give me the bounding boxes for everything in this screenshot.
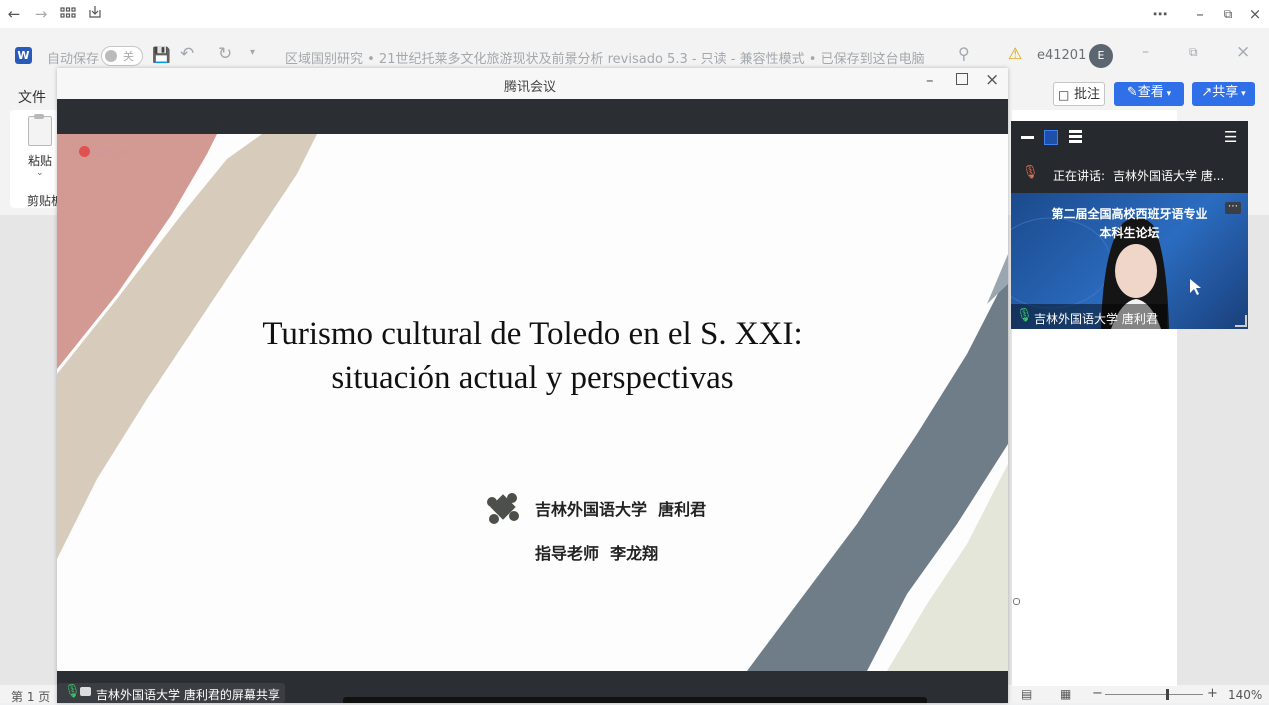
redo-icon[interactable]: ↻ — [218, 44, 232, 64]
participant-video[interactable]: 第二届全国高校西班牙语专业 本科生论坛 ⋯ 🎙 吉林外国语大学 唐利君 — [1011, 193, 1248, 329]
speaking-name: 吉林外国语大学 唐... — [1113, 169, 1225, 183]
panel-speaker-view-icon[interactable] — [1044, 130, 1058, 145]
word-restore-icon[interactable]: ⧉ — [1189, 45, 1198, 60]
resize-handle-icon[interactable] — [1235, 315, 1247, 327]
video-caption-line2: 本科生论坛 — [1099, 226, 1160, 240]
restore-icon[interactable]: ⧉ — [1218, 4, 1238, 24]
zoom-out-icon[interactable]: − — [1092, 686, 1103, 701]
back-arrow-icon[interactable]: ← — [4, 4, 24, 24]
speaking-label: 正在讲话: — [1053, 169, 1106, 183]
video-caption: 第二届全国高校西班牙语专业 本科生论坛 — [1011, 205, 1248, 243]
toggle-knob — [105, 50, 117, 62]
view-label: 查看 — [1137, 85, 1164, 100]
document-title: 区域国别研究 • 21世纪托莱多文化旅游现状及前景分析 revisado 5.3… — [285, 52, 925, 67]
meeting-title-bar: 腾讯会议 – × — [57, 68, 1008, 99]
panel-minimize-icon[interactable] — [1021, 136, 1034, 139]
slide-author: 吉林外国语大学 唐利君 — [535, 500, 707, 519]
comment-label: 批注 — [1073, 87, 1100, 102]
panel-list-view-icon[interactable] — [1069, 130, 1082, 144]
clipboard-group: 粘贴 ⌄ 剪贴板 — [10, 110, 58, 208]
viewer-toolbar: ← → ⋯ – ⧉ × — [0, 0, 1269, 29]
grid-icon[interactable] — [58, 4, 78, 24]
slide-brush-decoration — [57, 134, 1008, 671]
meeting-close-icon[interactable]: × — [985, 70, 999, 90]
customize-icon[interactable]: ▾ — [250, 47, 255, 58]
video-caption-line1: 第二届全国高校西班牙语专业 — [1051, 207, 1208, 221]
undo-icon[interactable]: ↶ — [180, 44, 194, 64]
participant-name: 吉林外国语大学 唐利君 — [1034, 312, 1158, 326]
share-status-bar: 🎙 吉林外国语大学 唐利君的屏幕共享 — [57, 683, 285, 703]
view-button[interactable]: ✎查看 ▾ — [1114, 82, 1184, 106]
comment-button[interactable]: □ 批注 — [1053, 82, 1105, 106]
page-indicator[interactable]: 第 1 页 — [11, 688, 50, 705]
panel-menu-icon[interactable]: ☰ — [1224, 128, 1237, 146]
share-icon: ↗ — [1201, 85, 1213, 100]
word-close-icon[interactable]: × — [1236, 42, 1250, 62]
pen-icon: ✎ — [1126, 85, 1138, 100]
autosave-label: 自动保存 — [47, 52, 100, 67]
clipboard-label: 剪贴板 — [27, 194, 58, 208]
video-side-panel: ☰ 🎙 正在讲话: 吉林外国语大学 唐... 第二届全国高校西班牙语专业 本科生… — [1011, 121, 1248, 329]
share-button[interactable]: ↗共享 ▾ — [1192, 82, 1255, 106]
print-layout-icon[interactable]: ▦ — [1060, 687, 1071, 701]
close-icon[interactable]: × — [1245, 4, 1265, 24]
download-icon[interactable] — [85, 4, 105, 24]
record-dot-icon — [79, 146, 90, 157]
slide-title-line1: Turismo cultural de Toledo en el S. XXI: — [262, 316, 803, 352]
zoom-slider-thumb[interactable] — [1166, 689, 1169, 700]
word-minimize-icon[interactable]: – — [1142, 44, 1149, 60]
meeting-top-toolbar — [57, 99, 1008, 134]
user-name: e41201 — [1037, 48, 1087, 63]
more-icon[interactable]: ⋯ — [1150, 4, 1170, 24]
search-icon[interactable]: ⚲ — [958, 44, 970, 63]
participant-name-bar: 🎙 吉林外国语大学 唐利君 — [1011, 304, 1167, 329]
screen-share-icon — [80, 687, 91, 696]
warning-icon[interactable]: ⚠ — [1008, 44, 1022, 63]
speaking-icon: 🎙 — [1022, 165, 1039, 180]
participant-mic-icon: 🎙 — [1016, 308, 1033, 323]
share-status-text: 吉林外国语大学 唐利君的屏幕共享 — [96, 688, 280, 702]
shared-slide: 录制中 Turismo cultural de Toledo en el S. … — [57, 134, 1008, 671]
tab-file[interactable]: 文件 — [18, 87, 46, 107]
read-mode-icon[interactable]: ▤ — [1021, 687, 1032, 701]
puzzle-icon — [487, 493, 519, 524]
share-label: 共享 — [1212, 85, 1239, 100]
autosave-toggle[interactable]: 关 — [101, 46, 143, 66]
slide-title-line2: situación actual y perspectivas — [331, 360, 734, 396]
meeting-control-tab[interactable] — [343, 697, 927, 703]
word-title-bar: W 自动保存 关 💾 ↶ ↻ ▾ 区域国别研究 • 21世纪托莱多文化旅游现状及… — [0, 28, 1269, 72]
clipboard-clip — [34, 114, 44, 119]
paste-dropdown-icon[interactable]: ⌄ — [36, 168, 44, 178]
avatar[interactable]: E — [1089, 44, 1113, 68]
zoom-slider[interactable] — [1105, 689, 1203, 700]
title-dropdown-icon[interactable]: ⌄ — [878, 48, 886, 59]
slide-advisor: 指导老师 李龙翔 — [535, 544, 659, 563]
minimize-icon[interactable]: – — [1190, 4, 1210, 24]
zoom-level[interactable]: 140% — [1228, 688, 1262, 702]
mic-icon: 🎙 — [64, 684, 81, 699]
video-more-icon[interactable]: ⋯ — [1225, 202, 1241, 214]
paste-button[interactable]: 粘贴 — [28, 152, 52, 169]
word-logo-icon: W — [15, 47, 32, 64]
meeting-maximize-icon[interactable] — [956, 73, 968, 85]
clipboard-icon — [28, 114, 52, 146]
slide-title: Turismo cultural de Toledo en el S. XXI:… — [57, 312, 1008, 400]
save-icon[interactable]: 💾 — [152, 46, 171, 64]
view-dropdown-icon: ▾ — [1163, 89, 1172, 99]
meeting-title: 腾讯会议 — [504, 80, 557, 95]
share-dropdown-icon: ▾ — [1238, 89, 1246, 99]
meeting-minimize-icon[interactable]: – — [926, 71, 934, 89]
comment-icon: □ — [1058, 88, 1070, 102]
zoom-in-icon[interactable]: + — [1207, 686, 1218, 701]
recording-label: 录制中 — [95, 146, 132, 160]
forward-arrow-icon[interactable]: → — [31, 4, 51, 24]
autosave-state: 关 — [123, 50, 134, 63]
paragraph-mark — [1013, 598, 1020, 605]
meeting-bottom-bar: 🎙 吉林外国语大学 唐利君的屏幕共享 — [57, 671, 1008, 703]
